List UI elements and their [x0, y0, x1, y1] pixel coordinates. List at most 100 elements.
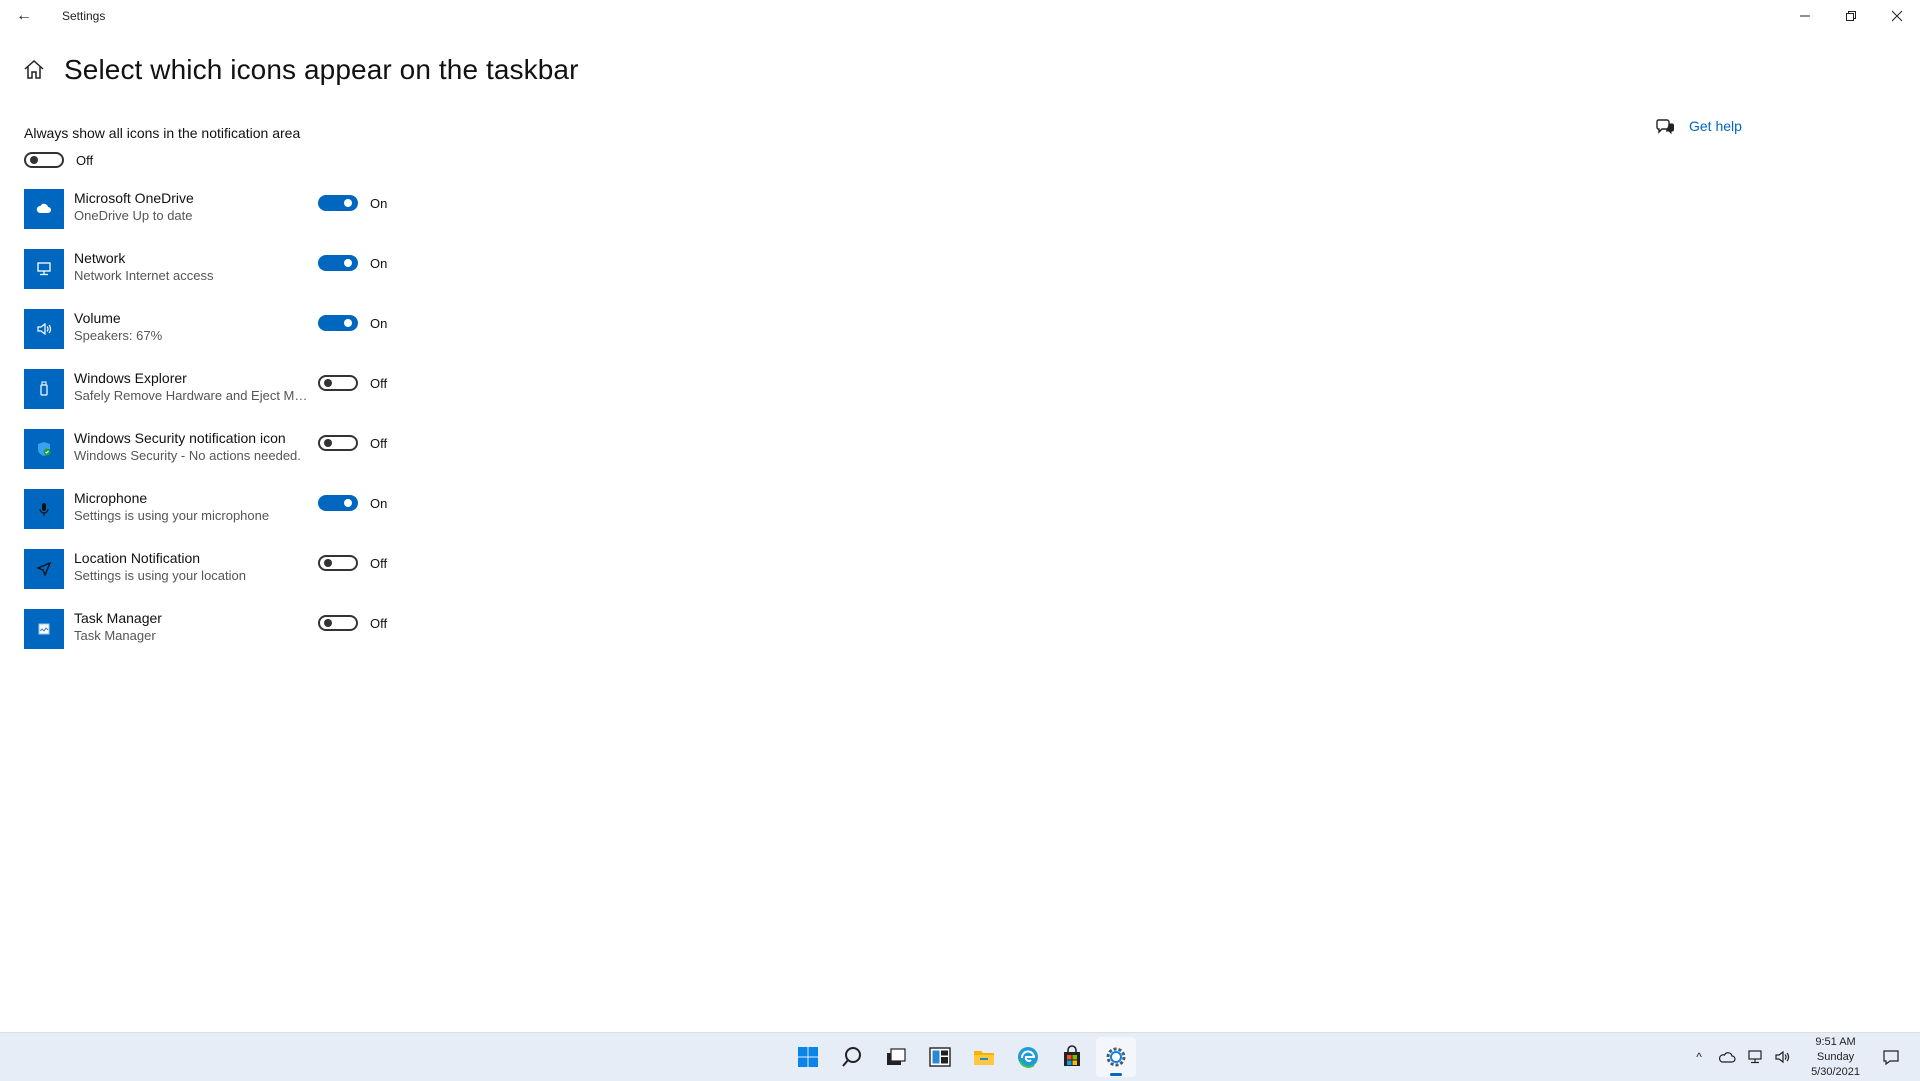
- task-view-button[interactable]: [876, 1037, 916, 1077]
- network-tray-button[interactable]: [1745, 1047, 1765, 1067]
- speaker-icon: [1775, 1050, 1790, 1064]
- onedrive-tray-button[interactable]: [1717, 1047, 1737, 1067]
- start-icon: [798, 1047, 818, 1067]
- list-item-network: Network Network Internet access On: [24, 245, 424, 305]
- always-show-label: Always show all icons in the notificatio…: [24, 125, 301, 141]
- back-button[interactable]: ←: [0, 0, 48, 32]
- always-show-state: Off: [76, 152, 94, 168]
- always-show-toggle[interactable]: [24, 152, 64, 168]
- search-icon: [842, 1047, 861, 1067]
- item-name: Windows Security notification icon: [74, 430, 286, 446]
- item-desc: Safely Remove Hardware and Eject Media: [74, 388, 309, 403]
- home-icon[interactable]: [22, 58, 46, 82]
- network-toggle[interactable]: [318, 255, 358, 271]
- windows-security-toggle[interactable]: [318, 435, 358, 451]
- item-name: Volume: [74, 310, 121, 326]
- item-name: Microphone: [74, 490, 148, 506]
- item-desc: OneDrive Up to date: [74, 208, 193, 223]
- show-hidden-icons-button[interactable]: ^: [1689, 1047, 1709, 1067]
- list-item-onedrive: Microsoft OneDrive OneDrive Up to date O…: [24, 185, 424, 245]
- always-show-toggle-row: Off: [24, 152, 93, 168]
- start-button[interactable]: [788, 1037, 828, 1077]
- network-icon: [37, 262, 51, 276]
- chat-help-icon: [1656, 119, 1674, 135]
- toggle-state: Off: [370, 555, 388, 571]
- cloud-icon: [36, 203, 51, 213]
- notification-icon-list: Microsoft OneDrive OneDrive Up to date O…: [24, 185, 424, 665]
- list-item-task-manager: Task Manager Task Manager Off: [24, 605, 424, 665]
- item-desc: Task Manager: [74, 628, 156, 643]
- widgets-button[interactable]: [920, 1037, 960, 1077]
- toggle-state: Off: [370, 435, 388, 451]
- edge-button[interactable]: [1008, 1037, 1048, 1077]
- restore-icon: [1846, 11, 1856, 21]
- location-toggle[interactable]: [318, 555, 358, 571]
- settings-window: ← Settings Select which icons appear on …: [0, 0, 1920, 1032]
- toggle-state: On: [370, 195, 388, 211]
- item-name: Network: [74, 250, 126, 266]
- microphone-icon: [39, 503, 49, 516]
- volume-tray-button[interactable]: [1773, 1047, 1793, 1067]
- clock-time: 9:51 AM: [1815, 1035, 1856, 1048]
- task-view-icon: [887, 1048, 906, 1065]
- list-item-windows-explorer: Windows Explorer Safely Remove Hardware …: [24, 365, 424, 425]
- back-arrow-icon: ←: [16, 7, 32, 24]
- item-desc: Settings is using your location: [74, 568, 246, 583]
- cloud-icon: [1719, 1052, 1736, 1063]
- list-item-location: Location Notification Settings is using …: [24, 545, 424, 605]
- store-button[interactable]: [1052, 1037, 1092, 1077]
- item-name: Windows Explorer: [74, 370, 187, 386]
- get-help[interactable]: Get help: [1655, 116, 1742, 136]
- item-desc: Settings is using your microphone: [74, 508, 270, 523]
- page-header: Select which icons appear on the taskbar: [22, 54, 579, 86]
- minimize-button[interactable]: [1782, 0, 1828, 32]
- notification-icon[interactable]: [1882, 1048, 1900, 1066]
- minimize-icon: [1800, 15, 1810, 17]
- clock-day: Sunday: [1816, 1050, 1855, 1063]
- windows-explorer-toggle[interactable]: [318, 375, 358, 391]
- system-tray: ^ 9:51 AM Sunday 5/30/2021: [1685, 1033, 1900, 1081]
- chevron-up-icon: ^: [1696, 1050, 1702, 1064]
- window-title: Settings: [62, 9, 106, 23]
- item-desc: Speakers: 67%: [74, 328, 163, 343]
- title-bar: ← Settings: [0, 0, 1920, 32]
- widgets-icon: [929, 1047, 951, 1067]
- file-explorer-icon: [974, 1051, 994, 1065]
- clock-date: 5/30/2021: [1811, 1065, 1860, 1078]
- microphone-toggle[interactable]: [318, 495, 358, 511]
- list-item-volume: Volume Speakers: 67% On: [24, 305, 424, 365]
- taskbar-apps: [786, 1033, 1138, 1081]
- item-name: Location Notification: [74, 550, 201, 566]
- store-icon: [1064, 1045, 1080, 1066]
- toggle-state: On: [370, 315, 388, 331]
- close-icon: [1891, 10, 1903, 22]
- search-button[interactable]: [832, 1037, 872, 1077]
- restore-button[interactable]: [1828, 0, 1874, 32]
- edge-icon: [1018, 1047, 1038, 1068]
- network-icon: [1748, 1050, 1762, 1064]
- list-item-windows-security: Windows Security notification icon Windo…: [24, 425, 424, 485]
- onedrive-toggle[interactable]: [318, 195, 358, 211]
- volume-toggle[interactable]: [318, 315, 358, 331]
- item-desc: Windows Security - No actions needed.: [74, 448, 301, 463]
- task-manager-toggle[interactable]: [318, 615, 358, 631]
- window-controls: [1782, 0, 1920, 32]
- toggle-state: On: [370, 255, 388, 271]
- toggle-state: Off: [370, 615, 388, 631]
- file-explorer-button[interactable]: [964, 1037, 1004, 1077]
- speaker-icon: [37, 322, 52, 336]
- toggle-state: Off: [370, 375, 388, 391]
- page-title: Select which icons appear on the taskbar: [64, 54, 579, 85]
- task-manager-icon: [38, 623, 50, 635]
- get-help-link[interactable]: Get help: [1689, 118, 1742, 134]
- toggle-state: On: [370, 495, 388, 511]
- usb-icon: [40, 381, 48, 396]
- settings-icon: [1106, 1047, 1126, 1067]
- clock[interactable]: 9:51 AM Sunday 5/30/2021: [1811, 1035, 1860, 1080]
- location-icon: [36, 561, 52, 577]
- close-button[interactable]: [1874, 0, 1920, 32]
- list-item-microphone: Microphone Settings is using your microp…: [24, 485, 424, 545]
- settings-button[interactable]: [1096, 1037, 1136, 1077]
- taskbar: ^ 9:51 AM Sunday 5/30/2021: [0, 1032, 1920, 1081]
- shield-icon: [38, 442, 51, 456]
